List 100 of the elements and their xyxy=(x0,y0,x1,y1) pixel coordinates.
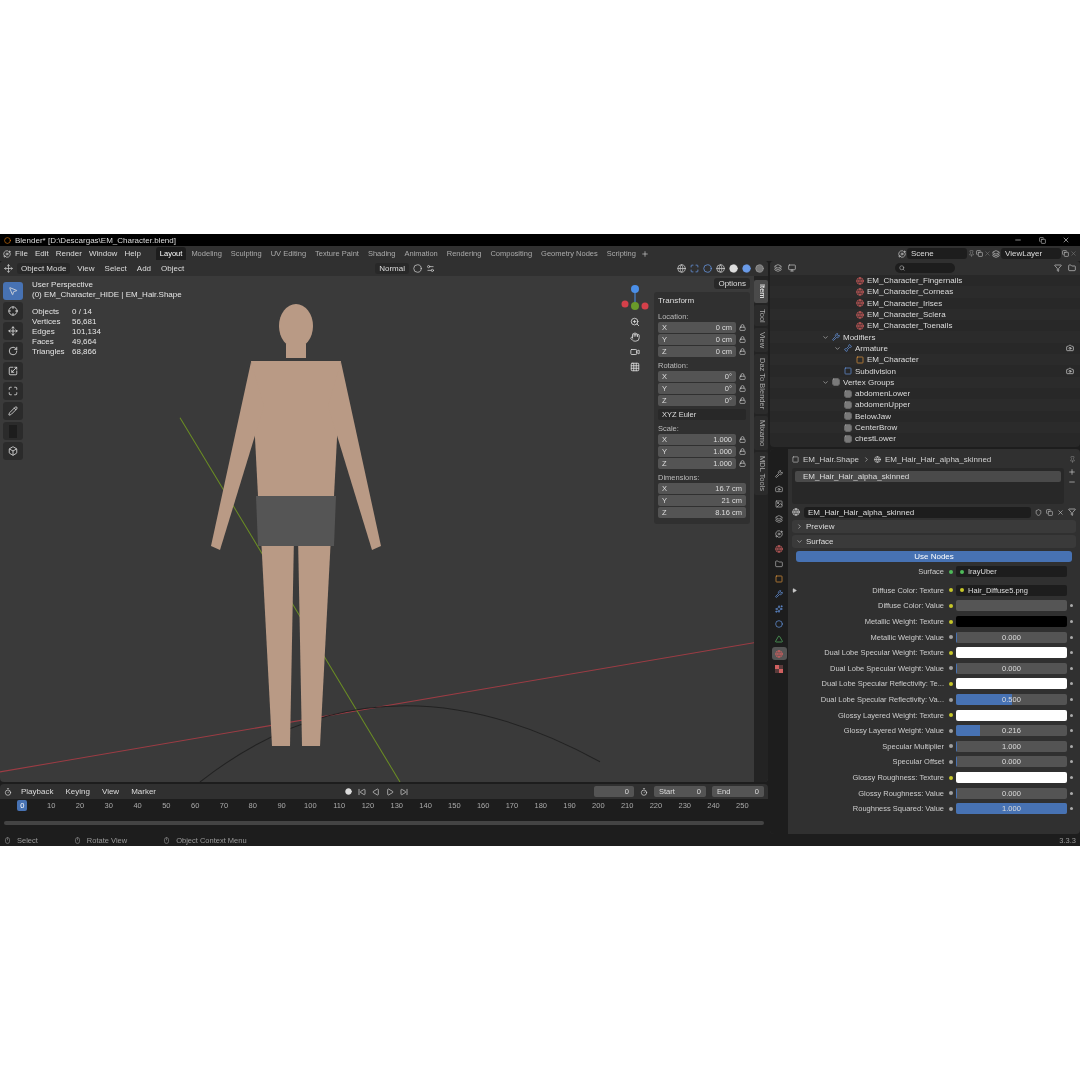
particles-icon[interactable] xyxy=(775,604,783,613)
rendered-icon[interactable] xyxy=(755,264,764,273)
select-tool-icon[interactable] xyxy=(8,286,18,296)
zoom-icon[interactable] xyxy=(630,317,640,327)
square-icon[interactable] xyxy=(775,574,783,583)
blender-logo-icon[interactable] xyxy=(3,249,11,258)
outliner-item[interactable]: EM_Character_Fingernails xyxy=(867,276,1074,286)
add-cube-tool[interactable] xyxy=(3,442,23,460)
camera-icon[interactable] xyxy=(1066,344,1074,353)
keyframe-dot[interactable] xyxy=(1070,807,1073,811)
keyframe-dot[interactable] xyxy=(1070,760,1073,764)
layers-icon[interactable] xyxy=(992,249,1000,258)
socket-dot[interactable] xyxy=(949,588,953,593)
lock-icon[interactable] xyxy=(739,436,746,443)
add-cube-tool-icon[interactable] xyxy=(8,446,18,456)
copy-icon[interactable] xyxy=(1062,250,1069,257)
annotate-tool[interactable] xyxy=(3,402,23,420)
scene-icon[interactable] xyxy=(775,529,783,538)
outliner-item[interactable]: BelowJaw xyxy=(855,411,1074,421)
close-icon[interactable] xyxy=(1062,236,1070,244)
menu-item[interactable]: Playback xyxy=(18,787,57,796)
outliner-item[interactable]: CenterBrow xyxy=(855,423,1074,432)
overlay-icon[interactable] xyxy=(703,264,712,273)
socket-dot[interactable] xyxy=(949,697,953,702)
play-icon[interactable] xyxy=(386,787,394,796)
socket-dot[interactable] xyxy=(949,744,953,749)
panel-header[interactable]: Preview xyxy=(792,520,1076,533)
triangle-icon[interactable] xyxy=(775,634,783,643)
menu-item[interactable]: Keying xyxy=(62,787,93,796)
color-swatch[interactable] xyxy=(956,600,1067,612)
options-dropdown[interactable]: Options xyxy=(714,278,750,289)
outliner-item[interactable]: Armature xyxy=(855,343,1063,353)
wrench-icon[interactable] xyxy=(775,589,783,598)
globe-icon[interactable] xyxy=(775,544,783,553)
wrench-icon[interactable] xyxy=(775,469,783,478)
outliner-item[interactable]: EM_Character_Toenails xyxy=(867,321,1074,331)
scale-tool-icon[interactable] xyxy=(8,366,18,376)
add-icon[interactable] xyxy=(640,249,649,258)
socket-dot[interactable] xyxy=(949,569,953,574)
lock-icon[interactable] xyxy=(739,373,746,380)
lock-icon[interactable] xyxy=(739,348,746,355)
orientation-dropdown[interactable]: Normal xyxy=(375,263,409,274)
menu-item[interactable]: File xyxy=(12,249,31,258)
scale-tool[interactable] xyxy=(3,362,23,380)
lock-icon[interactable] xyxy=(739,324,746,331)
copy-icon[interactable] xyxy=(1046,508,1053,516)
scene-icon[interactable] xyxy=(898,249,906,258)
menu-item[interactable]: View xyxy=(98,787,123,796)
socket-dot[interactable] xyxy=(949,604,953,608)
jump-end-icon[interactable] xyxy=(400,787,408,796)
list-icon[interactable] xyxy=(774,264,782,272)
socket-dot[interactable] xyxy=(949,791,953,796)
keyframe-dot[interactable] xyxy=(1070,620,1073,624)
jump-start-icon[interactable] xyxy=(358,787,366,796)
socket-dot[interactable] xyxy=(949,635,953,640)
material-preview-icon[interactable] xyxy=(742,264,751,273)
scrollbar[interactable] xyxy=(4,821,764,825)
menu-item[interactable]: Window xyxy=(85,249,121,258)
keyframe-dot[interactable] xyxy=(1070,635,1073,639)
expand-arrow-icon[interactable] xyxy=(792,587,800,593)
funnel-icon[interactable] xyxy=(1068,508,1076,516)
image-icon[interactable] xyxy=(775,499,783,508)
hand-icon[interactable] xyxy=(630,332,640,342)
color-swatch[interactable] xyxy=(956,678,1067,690)
outliner-item[interactable]: Modifiers xyxy=(843,332,1074,342)
move-tool-icon[interactable] xyxy=(8,326,18,336)
socket-dot[interactable] xyxy=(949,728,953,733)
clock-icon[interactable] xyxy=(4,787,12,796)
rotate-tool[interactable] xyxy=(3,342,23,360)
material-slot[interactable]: EM_Hair_Hair_alpha_skinned xyxy=(795,471,1061,482)
circle-icon[interactable] xyxy=(775,619,783,628)
outliner-item[interactable]: Subdivision xyxy=(855,366,1063,376)
outliner-item[interactable]: EM_Character xyxy=(867,355,1074,365)
socket-dot[interactable] xyxy=(949,666,953,671)
play-reverse-icon[interactable] xyxy=(372,787,380,796)
scene-field[interactable]: Scene xyxy=(907,248,967,259)
checker-icon[interactable] xyxy=(775,664,783,673)
mode-dropdown[interactable]: Object Mode xyxy=(17,263,71,274)
menu-item[interactable]: Edit xyxy=(31,249,52,258)
keyframe-dot[interactable] xyxy=(1070,698,1073,702)
shield-icon[interactable] xyxy=(1035,508,1042,516)
transform-tool[interactable] xyxy=(3,382,23,400)
lock-icon[interactable] xyxy=(739,460,746,467)
lock-icon[interactable] xyxy=(739,397,746,404)
keyframe-dot[interactable] xyxy=(1070,682,1073,686)
outliner-item[interactable]: abdomenUpper xyxy=(855,400,1074,410)
material-name-field[interactable]: EM_Hair_Hair_alpha_skinned xyxy=(804,506,1031,518)
copy-icon[interactable] xyxy=(976,250,983,257)
menu-item[interactable]: View xyxy=(74,264,98,273)
socket-dot[interactable] xyxy=(949,759,953,764)
cursor-tool[interactable] xyxy=(3,302,23,320)
socket-dot[interactable] xyxy=(949,650,953,655)
pivot-icon[interactable] xyxy=(412,264,422,273)
gizmo-icon[interactable] xyxy=(690,264,699,273)
layers-icon[interactable] xyxy=(775,514,783,523)
new-collection-icon[interactable] xyxy=(1068,264,1076,272)
menu-item[interactable]: Help xyxy=(121,249,144,258)
keyframe-dot[interactable] xyxy=(1070,791,1073,795)
outliner-item[interactable]: abdomenLower xyxy=(855,389,1074,399)
socket-dot[interactable] xyxy=(949,619,953,624)
